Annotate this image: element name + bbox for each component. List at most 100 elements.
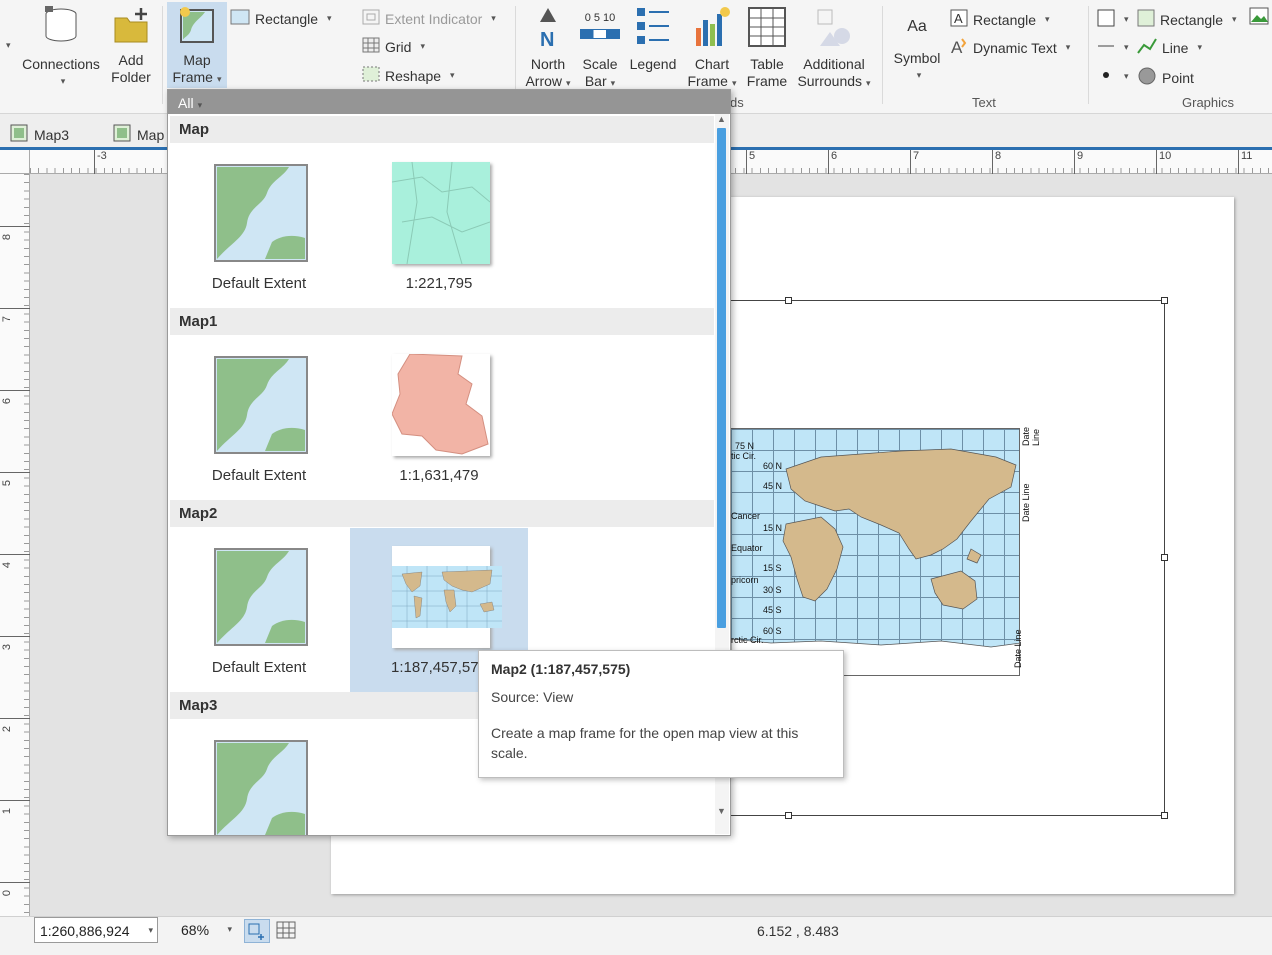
layout-icon xyxy=(10,124,28,145)
graphics-point-tool[interactable]: Point xyxy=(1137,66,1194,89)
caret-icon: ▾ xyxy=(1124,42,1129,52)
gallery-item-default-extent[interactable]: Default Extent xyxy=(170,336,348,526)
caret-icon: ▾ xyxy=(610,78,616,88)
selection-handle[interactable] xyxy=(785,297,792,304)
coordinates-readout: 6.152 , 8.483 xyxy=(757,923,839,939)
table-frame-button[interactable]: Table Frame xyxy=(742,6,792,90)
caret-icon: ▾ xyxy=(491,13,496,23)
ruler-label: 10 xyxy=(1156,150,1171,174)
extent-indicator-icon xyxy=(362,9,380,28)
snapping-icon xyxy=(245,923,269,945)
add-folder-button[interactable]: Add Folder xyxy=(106,6,156,86)
extent-indicator-button[interactable]: Extent Indicator ▾ xyxy=(362,9,496,28)
line-style-picker[interactable]: ▾ xyxy=(1097,37,1129,58)
caret-icon: ▾ xyxy=(916,70,922,80)
graphics-rectangle-tool[interactable]: Rectangle ▾ xyxy=(1137,9,1237,30)
ruler-label: 6 xyxy=(828,150,837,174)
north-arrow-button[interactable]: N North Arrow ▾ xyxy=(521,6,575,92)
selection-handle[interactable] xyxy=(1161,554,1168,561)
caret-icon: ▾ xyxy=(420,41,425,51)
text-box-icon: A xyxy=(950,9,968,30)
grid-icon xyxy=(274,921,298,944)
ruler-label: 0 xyxy=(0,882,30,899)
gallery-item-default-extent[interactable]: Default Extent xyxy=(170,528,348,718)
caret-icon: ▾ xyxy=(450,70,455,80)
line-style-icon xyxy=(1097,37,1115,58)
scroll-up-icon[interactable]: ▲ xyxy=(717,114,726,124)
line-icon xyxy=(1137,37,1157,58)
reshape-button[interactable]: Reshape ▾ xyxy=(362,66,455,85)
default-extent-thumbnail xyxy=(212,354,310,456)
ruler-label: 9 xyxy=(1074,150,1083,174)
north-arrow-icon: N xyxy=(521,6,575,54)
text-rectangle-tool[interactable]: A Rectangle ▾ xyxy=(950,9,1050,30)
additional-surrounds-button[interactable]: Additional Surrounds ▾ xyxy=(794,6,874,92)
ruler-label: -3 xyxy=(94,150,107,174)
outline-color-picker[interactable]: ▾ xyxy=(1097,9,1129,30)
legend-button[interactable]: Legend xyxy=(626,6,680,73)
selection-handle[interactable] xyxy=(785,812,792,819)
symbol-button[interactable]: Aa Symbol ▾ xyxy=(888,12,946,84)
point-style-icon xyxy=(1097,66,1115,87)
surrounds-icon xyxy=(794,6,874,54)
tab-map[interactable]: Map xyxy=(113,124,164,145)
caret-icon: ▾ xyxy=(1065,42,1071,52)
rectangle-tool[interactable]: Rectangle ▾ xyxy=(230,9,332,28)
picture-tool[interactable] xyxy=(1249,7,1269,28)
caret-icon: ▾ xyxy=(1124,14,1129,24)
map-thumbnail xyxy=(391,161,491,265)
selection-handle[interactable] xyxy=(1161,297,1168,304)
ruler-label: 4 xyxy=(0,554,30,571)
scale-input[interactable]: 1:260,886,924 ▾ xyxy=(34,917,158,943)
ruler-label: 3 xyxy=(0,636,30,653)
ruler-label: 11 xyxy=(1238,150,1252,174)
chart-icon xyxy=(684,6,740,54)
caret-icon: ▾ xyxy=(1232,14,1237,24)
group-label-text: Text xyxy=(972,95,996,110)
point-icon xyxy=(1137,66,1157,89)
dynamic-text-tool[interactable]: A Dynamic Text ▾ xyxy=(950,37,1070,58)
caret-icon: ▾ xyxy=(1045,14,1050,24)
gallery-item-default-extent[interactable]: Default Extent xyxy=(170,144,348,334)
gallery-item-scale[interactable]: 1:221,795 xyxy=(350,144,528,334)
ruler-label: 5 xyxy=(0,472,30,489)
scrollbar-thumb[interactable] xyxy=(717,128,726,628)
map-frame-icon xyxy=(167,6,227,50)
database-icon xyxy=(18,6,104,54)
status-bar: 1:260,886,924 ▾ 68% ▾ 6.152 , 8.483 xyxy=(0,916,1272,955)
gallery-filter[interactable]: All ▾ xyxy=(168,90,730,114)
svg-text:N: N xyxy=(540,29,554,50)
gallery-section-title: Map1 xyxy=(170,308,714,335)
tab-map3[interactable]: Map3 xyxy=(10,124,69,145)
caret-icon: ▾ xyxy=(866,78,871,88)
caret-icon: ▾ xyxy=(227,924,232,934)
vertical-ruler: 8 7 6 5 4 3 2 1 0 xyxy=(0,174,30,916)
gallery-item-scale[interactable]: 1:1,631,479 xyxy=(350,336,528,526)
point-style-picker[interactable]: ▾ xyxy=(1097,66,1129,87)
world-map-thumbnail xyxy=(392,546,502,648)
caret-icon: ▾ xyxy=(216,74,222,84)
ribbon-scroll-left[interactable]: ▾ xyxy=(2,40,11,51)
ruler-label: 8 xyxy=(0,226,30,243)
connections-button[interactable]: Connections ▾ xyxy=(18,6,104,90)
ruler-label: 7 xyxy=(910,150,919,174)
rectangle-icon xyxy=(230,9,250,28)
map-frame-button[interactable]: Map Frame ▾ xyxy=(167,2,227,88)
selection-handle[interactable] xyxy=(1161,812,1168,819)
scale-bar-button[interactable]: 0 5 10 Scale Bar ▾ xyxy=(576,6,624,92)
caret-icon: ▾ xyxy=(1124,71,1129,81)
dynamic-text-icon: A xyxy=(950,37,968,58)
grid-button[interactable]: Grid ▾ xyxy=(362,37,425,56)
snapping-toggle[interactable] xyxy=(244,919,270,943)
picture-icon xyxy=(1249,7,1269,28)
chart-frame-button[interactable]: Chart Frame ▾ xyxy=(684,6,740,92)
caret-icon: ▾ xyxy=(566,78,571,88)
scroll-down-icon[interactable]: ▼ xyxy=(717,806,726,816)
layout-icon xyxy=(113,124,131,145)
gallery-section-title: Map2 xyxy=(170,500,714,527)
graphics-line-tool[interactable]: Line ▾ xyxy=(1137,37,1202,58)
zoom-dropdown[interactable]: 68% ▾ xyxy=(176,917,236,943)
grid-toggle[interactable] xyxy=(274,919,300,943)
group-separator xyxy=(162,6,163,104)
gallery-item-default-extent[interactable] xyxy=(170,720,348,835)
